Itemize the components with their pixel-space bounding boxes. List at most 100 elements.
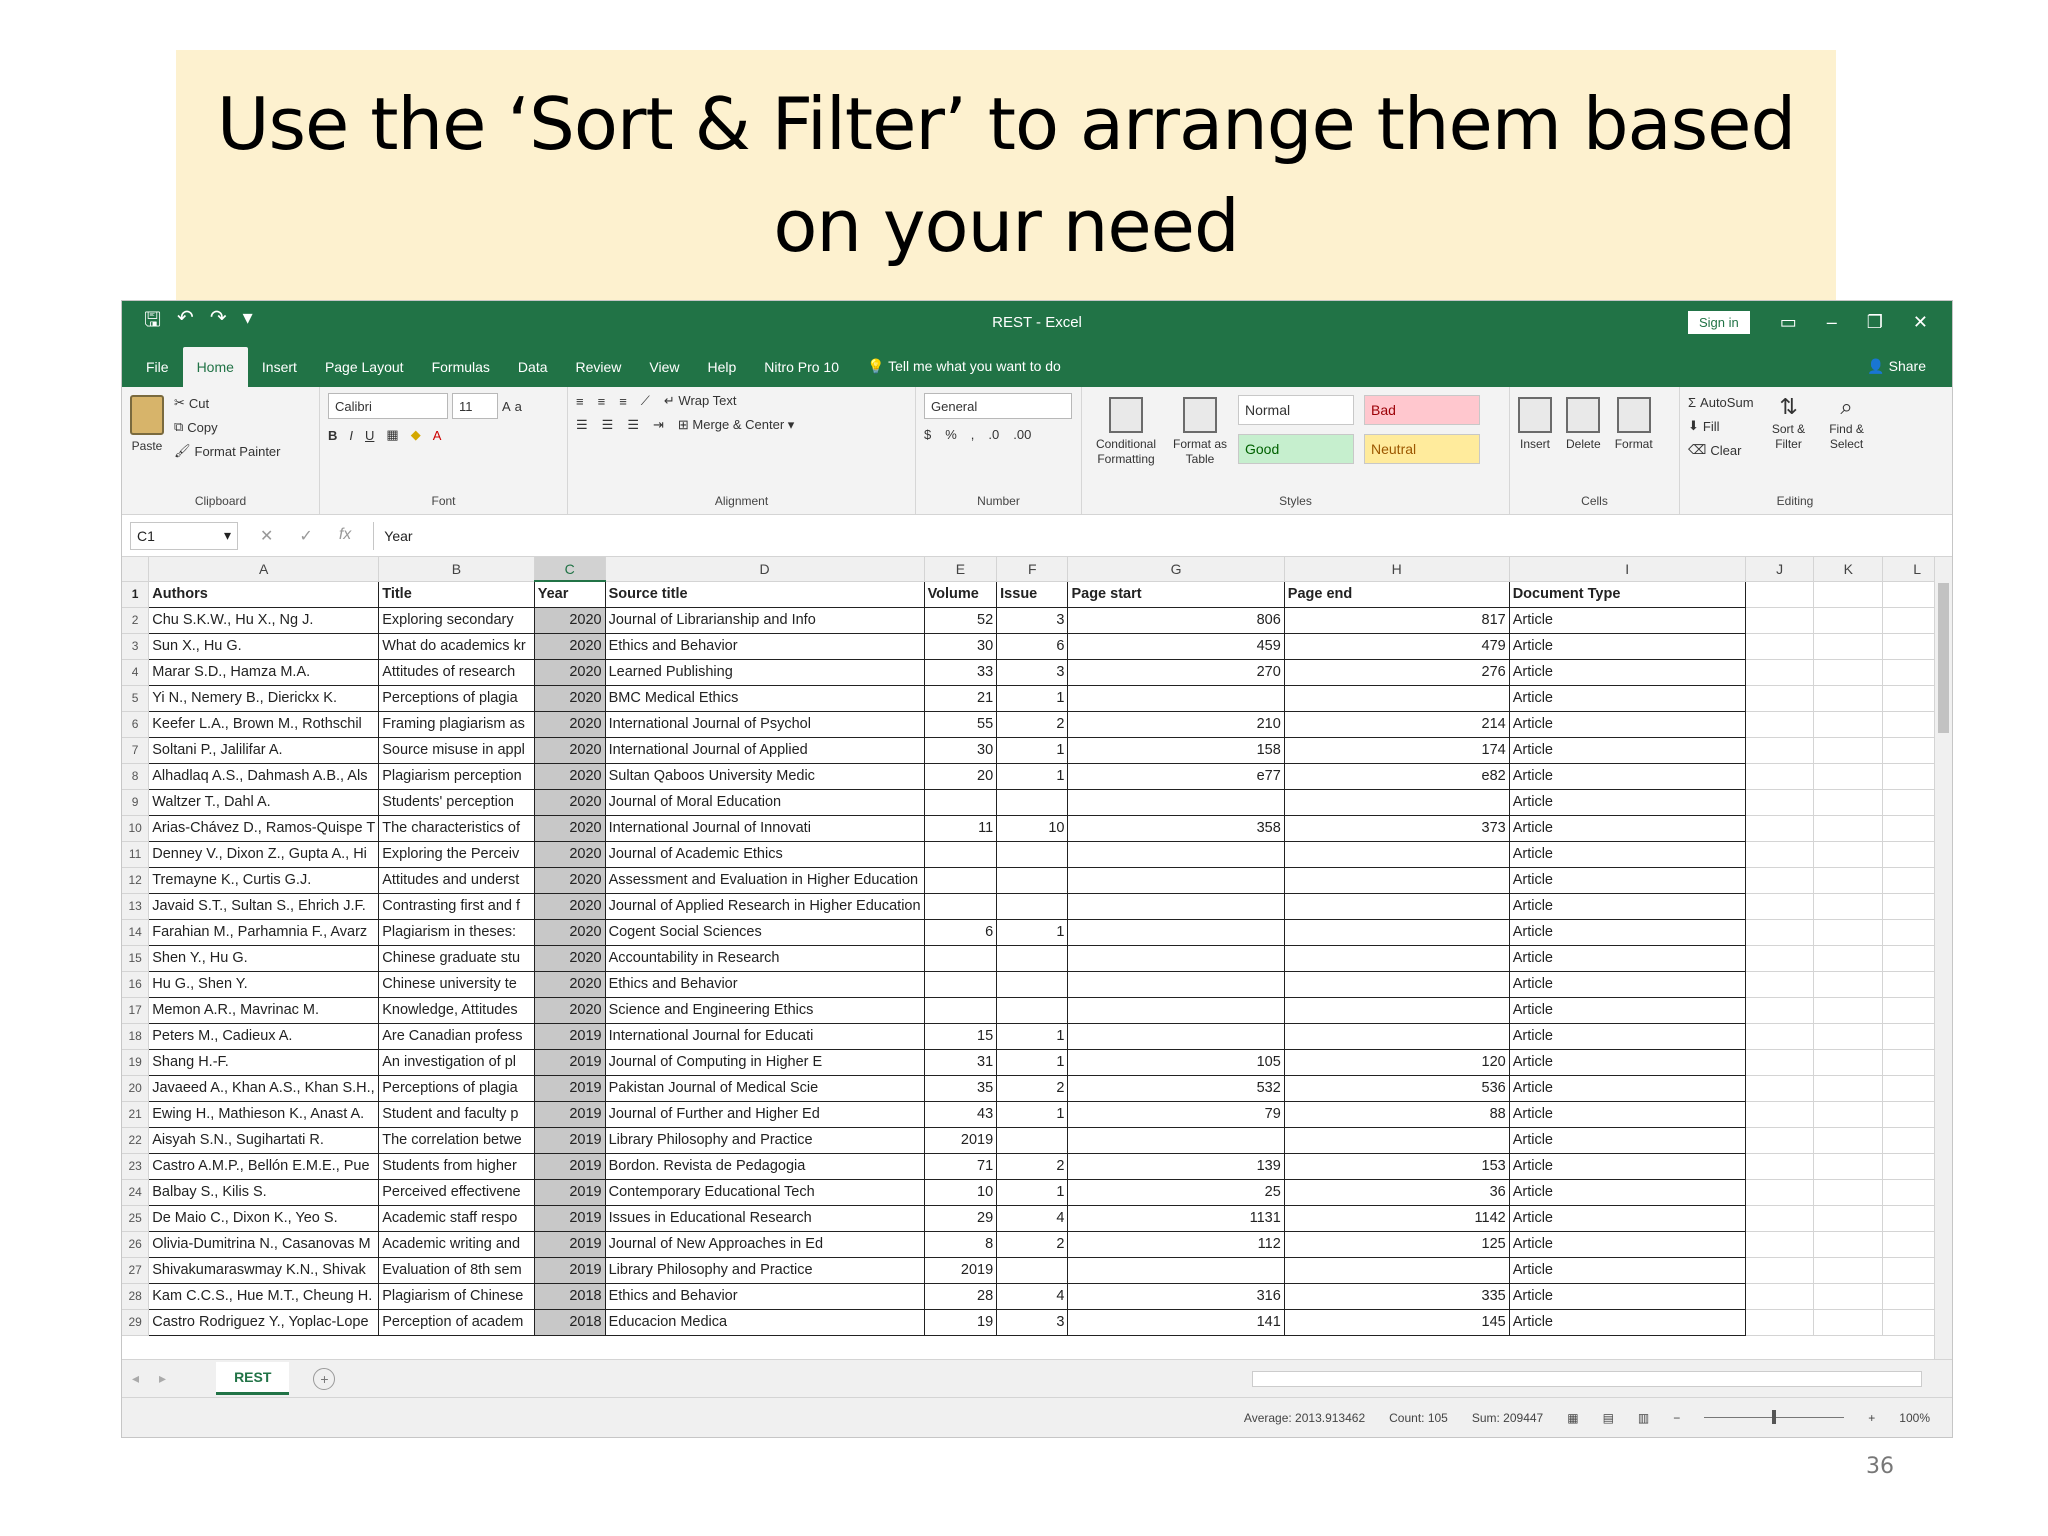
row-number[interactable]: 18 [122, 1023, 150, 1050]
cell[interactable]: 373 [1284, 815, 1510, 842]
cell[interactable]: 1 [996, 737, 1069, 764]
tab-view[interactable]: View [635, 359, 693, 387]
cell[interactable]: 270 [1067, 659, 1285, 686]
cell[interactable] [1067, 893, 1285, 920]
decrease-decimal-icon[interactable]: .00 [1013, 427, 1031, 442]
cell[interactable] [1813, 1231, 1884, 1258]
cell[interactable]: Arias-Chávez D., Ramos-Quispe T [148, 815, 380, 842]
cell[interactable]: 210 [1067, 711, 1285, 738]
cell[interactable]: Denney V., Dixon Z., Gupta A., Hi [148, 841, 380, 868]
cell[interactable] [1067, 997, 1285, 1024]
cell[interactable]: 214 [1284, 711, 1510, 738]
cell[interactable]: 153 [1284, 1153, 1510, 1180]
cell[interactable]: Memon A.R., Mavrinac M. [148, 997, 380, 1024]
cell[interactable]: 4 [996, 1205, 1069, 1232]
cell[interactable]: 20 [924, 763, 998, 790]
cell[interactable]: Waltzer T., Dahl A. [148, 789, 380, 816]
cell[interactable] [1813, 997, 1884, 1024]
row-number[interactable]: 13 [122, 893, 150, 920]
cell[interactable]: 2020 [534, 685, 606, 712]
cell[interactable] [1284, 945, 1510, 972]
cell[interactable]: Article [1509, 1205, 1746, 1232]
cell[interactable]: Perceptions of plagia [378, 1075, 535, 1102]
align-middle-icon[interactable]: ≡ [598, 394, 606, 409]
cell[interactable]: 28 [924, 1283, 998, 1310]
cell[interactable] [924, 867, 998, 894]
cell[interactable] [1745, 659, 1815, 686]
cell[interactable]: Plagiarism of Chinese [378, 1283, 535, 1310]
cell[interactable]: 2019 [534, 1231, 606, 1258]
cell[interactable] [1745, 711, 1815, 738]
cell[interactable]: 29 [924, 1205, 998, 1232]
align-center-icon[interactable]: ☰ [602, 417, 614, 433]
cell[interactable]: 2019 [534, 1205, 606, 1232]
cell[interactable]: Article [1509, 1049, 1746, 1076]
cell[interactable]: Framing plagiarism as [378, 711, 535, 738]
row-number[interactable]: 7 [122, 737, 150, 764]
cell[interactable]: Shen Y., Hu G. [148, 945, 380, 972]
cell[interactable]: 2019 [534, 1101, 606, 1128]
cell[interactable]: 71 [924, 1153, 998, 1180]
orientation-icon[interactable]: ⟋ [641, 393, 650, 409]
cell[interactable]: 479 [1284, 633, 1510, 660]
cell[interactable] [1284, 893, 1510, 920]
select-all-corner[interactable] [122, 557, 150, 582]
ribbon-display-options-icon[interactable]: ▭ [1780, 312, 1797, 333]
cell[interactable]: Authors [148, 581, 380, 608]
cut-button[interactable]: ✂ Cut [174, 395, 281, 411]
cell[interactable] [1813, 971, 1884, 998]
cell[interactable] [1067, 1257, 1285, 1284]
cell[interactable] [1745, 1309, 1815, 1336]
cell[interactable]: Kam C.C.S., Hue M.T., Cheung H. [148, 1283, 380, 1310]
prev-sheet-icon[interactable]: ◂ [122, 1370, 149, 1387]
row-number[interactable]: 25 [122, 1205, 150, 1232]
cell[interactable] [1813, 1153, 1884, 1180]
cell[interactable] [1745, 945, 1815, 972]
cell[interactable] [1284, 997, 1510, 1024]
cell[interactable] [1745, 815, 1815, 842]
row-number[interactable]: 23 [122, 1153, 150, 1180]
cell[interactable]: 2020 [534, 607, 606, 634]
cell[interactable]: Keefer L.A., Brown M., Rothschil [148, 711, 380, 738]
cell[interactable]: 2019 [534, 1179, 606, 1206]
clear-button[interactable]: ⌫ Clear [1688, 442, 1754, 458]
cell[interactable]: e77 [1067, 763, 1285, 790]
row-number[interactable]: 20 [122, 1075, 150, 1102]
format-as-table-button[interactable]: Format as Table [1170, 393, 1230, 467]
cell[interactable]: 2 [996, 1231, 1069, 1258]
cell[interactable]: 2 [996, 1153, 1069, 1180]
tell-me-search[interactable]: 💡 Tell me what you want to do [853, 358, 1075, 387]
cell[interactable] [1284, 1257, 1510, 1284]
cell[interactable] [1813, 581, 1884, 608]
cell[interactable]: Article [1509, 789, 1746, 816]
cell[interactable]: 2020 [534, 841, 606, 868]
cell[interactable]: 10 [996, 815, 1069, 842]
cell[interactable]: Journal of Academic Ethics [605, 841, 925, 868]
cell[interactable] [1745, 1127, 1815, 1154]
cell[interactable] [996, 1127, 1069, 1154]
cell[interactable]: 35 [924, 1075, 998, 1102]
row-number[interactable]: 24 [122, 1179, 150, 1206]
normal-view-icon[interactable]: ▦ [1567, 1411, 1578, 1425]
insert-cells-button[interactable]: Insert [1518, 393, 1552, 452]
cell[interactable]: Chinese university te [378, 971, 535, 998]
cell[interactable]: Article [1509, 841, 1746, 868]
cell[interactable]: 2019 [534, 1153, 606, 1180]
cell[interactable] [1745, 737, 1815, 764]
cell[interactable] [1813, 1127, 1884, 1154]
cell[interactable] [1284, 1023, 1510, 1050]
cell[interactable] [1745, 1153, 1815, 1180]
cell[interactable]: Castro A.M.P., Bellón E.M.E., Pue [148, 1153, 380, 1180]
cell[interactable]: 2 [996, 711, 1069, 738]
cell[interactable]: Document Type [1509, 581, 1746, 608]
cell[interactable]: 10 [924, 1179, 998, 1206]
column-header[interactable]: H [1284, 557, 1510, 582]
cell[interactable] [1745, 581, 1815, 608]
cell[interactable]: The characteristics of [378, 815, 535, 842]
cell[interactable]: Students' perception [378, 789, 535, 816]
cell[interactable]: Exploring the Perceiv [378, 841, 535, 868]
cell[interactable]: Shivakumaraswmay K.N., Shivak [148, 1257, 380, 1284]
cell[interactable]: 8 [924, 1231, 998, 1258]
cell[interactable] [996, 789, 1069, 816]
cell[interactable]: 15 [924, 1023, 998, 1050]
